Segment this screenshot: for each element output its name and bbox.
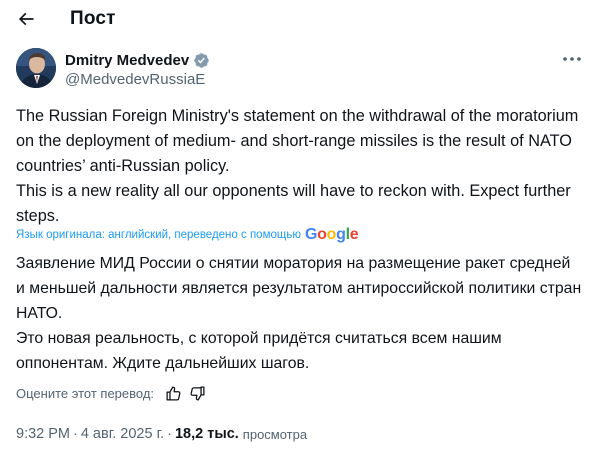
google-logo: Google <box>304 226 359 243</box>
tweet-paragraph: The Russian Foreign Ministry's statement… <box>16 107 579 175</box>
translated-text: Заявление МИД России о снятии моратория … <box>16 251 582 376</box>
avatar[interactable] <box>16 48 56 88</box>
author-handle[interactable]: @MedvedevRussiaE <box>65 71 210 88</box>
views-label: просмотра <box>242 426 308 442</box>
tweet-metadata: 9:32 PM · 4 авг. 2025 г. · 18,2 тыс. про… <box>16 424 307 444</box>
rate-translation-label: Оцените этот перевод: <box>16 385 155 401</box>
thumbs-down-icon <box>190 385 205 401</box>
back-button[interactable] <box>11 6 41 32</box>
arrow-left-icon <box>18 12 34 26</box>
tweet-date[interactable]: 4 авг. 2025 г. <box>81 426 164 442</box>
translated-paragraph: Это новая реальность, с которой придётся… <box>16 330 502 372</box>
meta-separator: · <box>167 426 172 442</box>
thumbs-up-icon <box>166 385 181 401</box>
more-options-button[interactable] <box>558 52 586 66</box>
tweet-text: The Russian Foreign Ministry's statement… <box>16 104 582 229</box>
header-bar: Пост <box>0 0 596 40</box>
more-dots-icon <box>563 57 581 61</box>
translation-note-text: Язык оригинала: английский, переведено с… <box>16 229 301 241</box>
page-title: Пост <box>70 8 116 29</box>
avatar-image <box>16 48 56 88</box>
verified-badge-icon[interactable] <box>193 52 210 69</box>
views-count: 18,2 тыс. <box>174 426 239 442</box>
translation-note[interactable]: Язык оригинала: английский, переведено с… <box>16 226 359 244</box>
tweet-paragraph: This is a new reality all our opponents … <box>16 182 571 225</box>
thumbs-down-button[interactable] <box>187 383 207 403</box>
meta-separator: · <box>73 426 78 442</box>
author-block: Dmitry Medvedev @MedvedevRussiaE <box>65 51 210 88</box>
tweet-time[interactable]: 9:32 PM <box>16 426 70 442</box>
rate-translation-row: Оцените этот перевод: <box>16 383 211 403</box>
thumbs-up-button[interactable] <box>163 383 183 403</box>
author-name[interactable]: Dmitry Medvedev <box>65 52 189 69</box>
translated-paragraph: Заявление МИД России о снятии моратория … <box>16 255 582 322</box>
